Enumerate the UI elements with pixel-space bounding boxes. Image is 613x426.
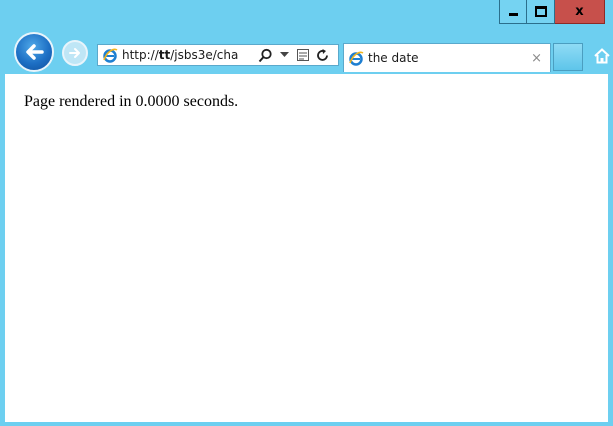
maximize-button[interactable]	[527, 0, 555, 24]
page-text: Page rendered in 0.0000 seconds.	[24, 93, 239, 110]
maximize-icon	[534, 6, 547, 17]
address-url[interactable]: http://tt/jsbs3e/cha	[122, 48, 255, 62]
url-path: /jsbs3e/cha	[170, 48, 239, 62]
address-bar[interactable]: http://tt/jsbs3e/cha	[97, 44, 339, 66]
home-icon	[594, 48, 610, 64]
forward-button[interactable]	[62, 40, 88, 66]
dropdown-icon[interactable]	[276, 47, 292, 63]
compatibility-view-icon[interactable]	[295, 47, 311, 63]
back-button[interactable]	[14, 32, 54, 72]
back-arrow-icon	[26, 44, 44, 60]
url-prefix: http://	[122, 48, 159, 62]
ie-icon	[103, 48, 118, 63]
refresh-icon[interactable]	[314, 47, 330, 63]
address-tools	[257, 47, 330, 63]
navigation-bar: http://tt/jsbs3e/cha the date ×	[0, 30, 613, 74]
browser-window: x http://tt/jsbs3e/cha the date × Page r…	[0, 0, 613, 426]
minimize-icon	[508, 13, 518, 16]
close-window-button[interactable]: x	[555, 0, 605, 24]
tab-ie-icon	[349, 51, 364, 66]
close-icon: x	[575, 4, 584, 19]
forward-arrow-icon	[69, 48, 80, 58]
page-content: Page rendered in 0.0000 seconds.	[5, 74, 608, 422]
title-bar: x	[0, 0, 613, 32]
search-icon[interactable]	[257, 47, 273, 63]
new-tab-button[interactable]	[553, 43, 583, 71]
home-button[interactable]	[592, 46, 612, 66]
minimize-button[interactable]	[499, 0, 527, 24]
url-host: tt	[158, 48, 171, 62]
tab-title: the date	[368, 51, 419, 65]
tab-active[interactable]: the date ×	[343, 43, 551, 72]
tab-close-button[interactable]: ×	[531, 51, 542, 66]
